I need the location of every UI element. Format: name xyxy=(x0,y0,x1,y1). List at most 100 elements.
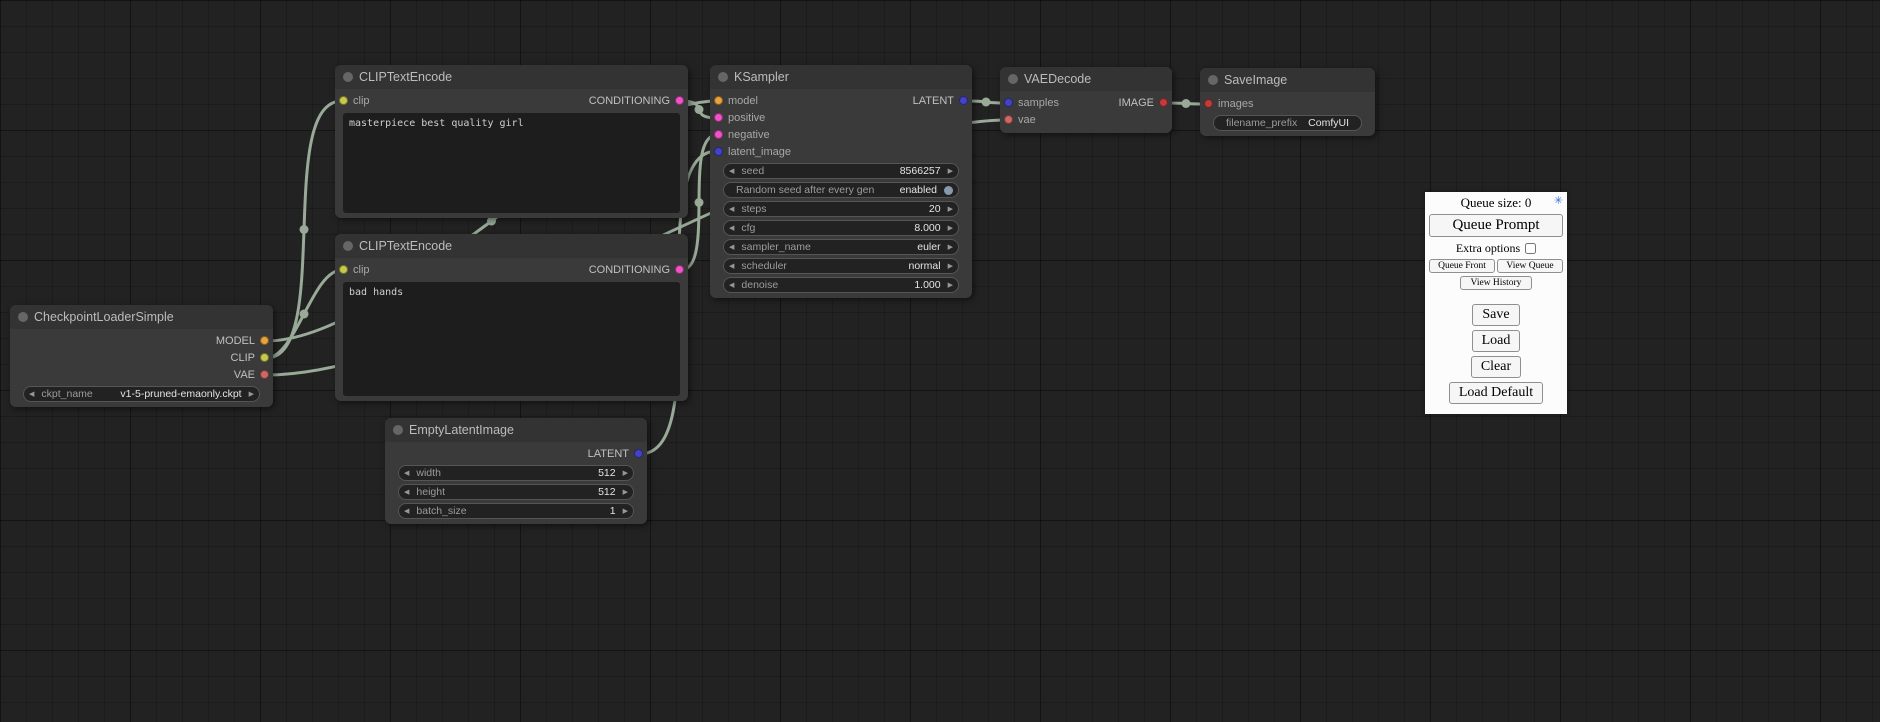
combo-next-arrow-icon[interactable]: ▶ xyxy=(948,244,953,251)
prompt-textarea[interactable]: masterpiece best quality girl xyxy=(343,113,680,213)
clear-button[interactable]: Clear xyxy=(1471,356,1521,378)
decrement-arrow-icon[interactable]: ◀ xyxy=(404,508,409,515)
view-queue-button[interactable]: View Queue xyxy=(1497,259,1563,273)
combo-prev-arrow-icon[interactable]: ◀ xyxy=(29,391,34,398)
decrement-arrow-icon[interactable]: ◀ xyxy=(404,470,409,477)
node-title-bar[interactable]: SaveImage xyxy=(1200,68,1375,92)
output-slot-conditioning[interactable]: CONDITIONING xyxy=(589,264,688,276)
input-slot-clip[interactable]: clip xyxy=(335,95,370,107)
increment-arrow-icon[interactable]: ▶ xyxy=(948,282,953,289)
node-title-bar[interactable]: CLIPTextEncode xyxy=(335,234,688,258)
increment-arrow-icon[interactable]: ▶ xyxy=(623,508,628,515)
image-port-icon[interactable] xyxy=(1204,99,1213,108)
node-title-bar[interactable]: CheckpointLoaderSimple xyxy=(10,305,273,329)
combo-next-arrow-icon[interactable]: ▶ xyxy=(249,391,254,398)
vae-port-icon[interactable] xyxy=(260,370,269,379)
node-vae-decode[interactable]: VAEDecode samples IMAGE vae xyxy=(1000,67,1172,133)
settings-gear-icon[interactable]: ✳ xyxy=(1554,195,1563,208)
steps-number-widget[interactable]: ◀ steps 20 ▶ xyxy=(723,201,959,217)
node-title-bar[interactable]: EmptyLatentImage xyxy=(385,418,647,442)
combo-next-arrow-icon[interactable]: ▶ xyxy=(948,263,953,270)
node-clip-text-encode-positive[interactable]: CLIPTextEncode clip CONDITIONING masterp… xyxy=(335,65,688,218)
decrement-arrow-icon[interactable]: ◀ xyxy=(729,225,734,232)
input-slot-latent-image[interactable]: latent_image xyxy=(710,146,791,158)
increment-arrow-icon[interactable]: ▶ xyxy=(948,225,953,232)
width-number-widget[interactable]: ◀ width 512 ▶ xyxy=(398,465,634,481)
node-status-dot[interactable] xyxy=(343,72,353,82)
node-graph-canvas[interactable]: CheckpointLoaderSimple MODEL CLIP VAE xyxy=(0,0,1880,722)
input-slot-images[interactable]: images xyxy=(1200,98,1253,110)
node-title-bar[interactable]: KSampler xyxy=(710,65,972,89)
node-status-dot[interactable] xyxy=(18,312,28,322)
output-slot-conditioning[interactable]: CONDITIONING xyxy=(589,95,688,107)
latent-port-icon[interactable] xyxy=(714,147,723,156)
conditioning-port-icon[interactable] xyxy=(714,130,723,139)
input-slot-clip[interactable]: clip xyxy=(335,264,370,276)
node-title-bar[interactable]: VAEDecode xyxy=(1000,67,1172,91)
decrement-arrow-icon[interactable]: ◀ xyxy=(404,489,409,496)
node-clip-text-encode-negative[interactable]: CLIPTextEncode clip CONDITIONING bad han… xyxy=(335,234,688,401)
extra-options-checkbox[interactable] xyxy=(1525,243,1536,254)
latent-port-icon[interactable] xyxy=(959,96,968,105)
output-slot-vae[interactable]: VAE xyxy=(234,369,273,381)
increment-arrow-icon[interactable]: ▶ xyxy=(948,206,953,213)
output-slot-image[interactable]: IMAGE xyxy=(1119,97,1172,109)
height-number-widget[interactable]: ◀ height 512 ▶ xyxy=(398,484,634,500)
conditioning-port-icon[interactable] xyxy=(675,96,684,105)
vae-port-icon[interactable] xyxy=(1004,115,1013,124)
input-slot-model[interactable]: model xyxy=(710,95,758,107)
clip-port-icon[interactable] xyxy=(339,96,348,105)
node-status-dot[interactable] xyxy=(1208,75,1218,85)
input-slot-negative[interactable]: negative xyxy=(710,129,770,141)
latent-port-icon[interactable] xyxy=(1004,98,1013,107)
seed-number-widget[interactable]: ◀ seed 8566257 ▶ xyxy=(723,163,959,179)
increment-arrow-icon[interactable]: ▶ xyxy=(623,470,628,477)
cfg-number-widget[interactable]: ◀ cfg 8.000 ▶ xyxy=(723,220,959,236)
image-port-icon[interactable] xyxy=(1159,98,1168,107)
decrement-arrow-icon[interactable]: ◀ xyxy=(729,282,734,289)
input-slot-samples[interactable]: samples xyxy=(1000,97,1059,109)
menu-header[interactable]: Queue size: 0 ✳ xyxy=(1429,194,1563,213)
batch-size-number-widget[interactable]: ◀ batch_size 1 ▶ xyxy=(398,503,634,519)
node-status-dot[interactable] xyxy=(718,72,728,82)
clip-port-icon[interactable] xyxy=(260,353,269,362)
prompt-textarea[interactable]: bad hands xyxy=(343,282,680,396)
output-slot-latent[interactable]: LATENT xyxy=(913,95,972,107)
node-empty-latent-image[interactable]: EmptyLatentImage LATENT ◀ width 512 ▶ ◀ … xyxy=(385,418,647,524)
combo-prev-arrow-icon[interactable]: ◀ xyxy=(729,263,734,270)
node-save-image[interactable]: SaveImage images filename_prefix ComfyUI xyxy=(1200,68,1375,136)
denoise-number-widget[interactable]: ◀ denoise 1.000 ▶ xyxy=(723,277,959,293)
decrement-arrow-icon[interactable]: ◀ xyxy=(729,168,734,175)
ckpt-name-combo-widget[interactable]: ◀ ckpt_name v1-5-pruned-emaonly.ckpt ▶ xyxy=(23,386,260,402)
decrement-arrow-icon[interactable]: ◀ xyxy=(729,206,734,213)
save-button[interactable]: Save xyxy=(1472,304,1519,326)
random-seed-toggle-widget[interactable]: Random seed after every gen enabled xyxy=(723,182,959,198)
input-slot-positive[interactable]: positive xyxy=(710,112,765,124)
node-status-dot[interactable] xyxy=(393,425,403,435)
increment-arrow-icon[interactable]: ▶ xyxy=(948,168,953,175)
node-ksampler[interactable]: KSampler model LATENT positive xyxy=(710,65,972,298)
node-checkpoint-loader-simple[interactable]: CheckpointLoaderSimple MODEL CLIP VAE xyxy=(10,305,273,407)
combo-prev-arrow-icon[interactable]: ◀ xyxy=(729,244,734,251)
input-slot-vae[interactable]: vae xyxy=(1000,114,1036,126)
load-button[interactable]: Load xyxy=(1472,330,1521,352)
latent-port-icon[interactable] xyxy=(634,449,643,458)
sampler-name-combo-widget[interactable]: ◀ sampler_name euler ▶ xyxy=(723,239,959,255)
queue-prompt-button[interactable]: Queue Prompt xyxy=(1429,214,1563,237)
clip-port-icon[interactable] xyxy=(339,265,348,274)
model-port-icon[interactable] xyxy=(714,96,723,105)
toggle-on-icon[interactable] xyxy=(944,186,953,195)
output-slot-model[interactable]: MODEL xyxy=(216,335,273,347)
model-port-icon[interactable] xyxy=(260,336,269,345)
output-slot-latent[interactable]: LATENT xyxy=(588,448,647,460)
node-status-dot[interactable] xyxy=(343,241,353,251)
scheduler-combo-widget[interactable]: ◀ scheduler normal ▶ xyxy=(723,258,959,274)
queue-front-button[interactable]: Queue Front xyxy=(1429,259,1495,273)
conditioning-port-icon[interactable] xyxy=(675,265,684,274)
output-slot-clip[interactable]: CLIP xyxy=(231,352,273,364)
conditioning-port-icon[interactable] xyxy=(714,113,723,122)
filename-prefix-text-widget[interactable]: filename_prefix ComfyUI xyxy=(1213,115,1362,131)
increment-arrow-icon[interactable]: ▶ xyxy=(623,489,628,496)
node-status-dot[interactable] xyxy=(1008,74,1018,84)
view-history-button[interactable]: View History xyxy=(1460,276,1532,290)
